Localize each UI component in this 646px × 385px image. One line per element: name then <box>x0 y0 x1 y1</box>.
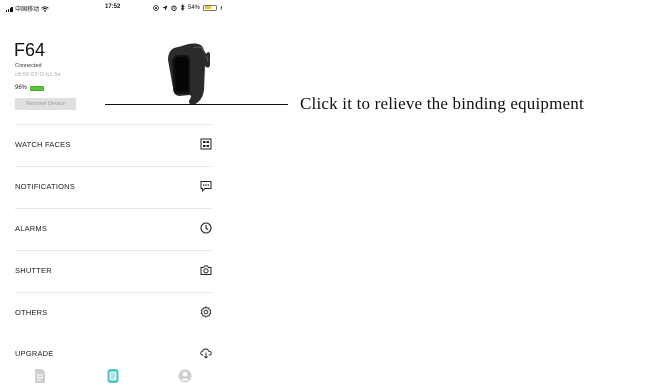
menu-item-others[interactable]: OTHERS <box>15 292 212 334</box>
alarm-status-icon <box>171 5 177 11</box>
wifi-icon <box>41 5 49 12</box>
menu-item-notifications[interactable]: NOTIFICATIONS <box>15 166 212 208</box>
carrier-name: 中国移动 <box>15 7 40 13</box>
bluetooth-icon <box>180 4 185 11</box>
gear-icon <box>200 306 212 318</box>
clock-icon <box>200 222 212 234</box>
remove-device-button[interactable]: Remove Device <box>15 98 76 110</box>
device-battery-percent: 96% <box>15 85 28 91</box>
status-right-group: 54% <box>153 4 222 11</box>
menu-item-label: SHUTTER <box>15 266 52 275</box>
menu-item-label: UPGRADE <box>15 349 54 358</box>
menu-item-label: WATCH FACES <box>15 140 71 149</box>
orientation-lock-icon <box>153 4 159 11</box>
menu-item-watch-faces[interactable]: WATCH FACES <box>15 124 212 166</box>
cloud-download-icon <box>200 348 212 359</box>
profile-icon[interactable] <box>178 368 192 384</box>
document-icon[interactable] <box>33 368 47 384</box>
signal-icon <box>6 6 13 12</box>
callout-annotation: Click it to relieve the binding equipmen… <box>300 94 584 113</box>
menu-item-shutter[interactable]: SHUTTER <box>15 250 212 292</box>
camera-icon <box>200 265 212 275</box>
fitness-band-icon <box>168 43 210 105</box>
watch-icon[interactable] <box>106 368 120 384</box>
menu-item-label: OTHERS <box>15 308 48 317</box>
carrier-group: 中国移动 <box>6 4 49 13</box>
location-icon <box>162 5 168 10</box>
battery-percent: 54% <box>188 4 201 11</box>
device-battery: 96% <box>15 85 45 91</box>
menu-item-label: NOTIFICATIONS <box>15 182 75 191</box>
status-bar: 中国移动 17:52 54% <box>0 0 222 16</box>
mac-address: c8:56:63:f2:b1:5e <box>15 72 61 78</box>
connection-status: Connected <box>15 63 42 69</box>
callout-line <box>105 104 288 105</box>
phone-screen: 中国移动 17:52 54% F64 Connected c8:56:63:f2… <box>0 0 222 385</box>
device-name: F64 <box>14 40 46 60</box>
tab-bar <box>0 362 222 385</box>
chat-bubble-icon <box>200 181 212 192</box>
status-time: 17:52 <box>105 4 121 10</box>
menu-item-alarms[interactable]: ALARMS <box>15 208 212 250</box>
battery-icon <box>203 4 218 11</box>
watch-face-grid-icon <box>200 138 212 150</box>
device-battery-icon <box>30 85 45 91</box>
charging-icon <box>220 5 222 11</box>
menu-item-label: ALARMS <box>15 224 48 233</box>
